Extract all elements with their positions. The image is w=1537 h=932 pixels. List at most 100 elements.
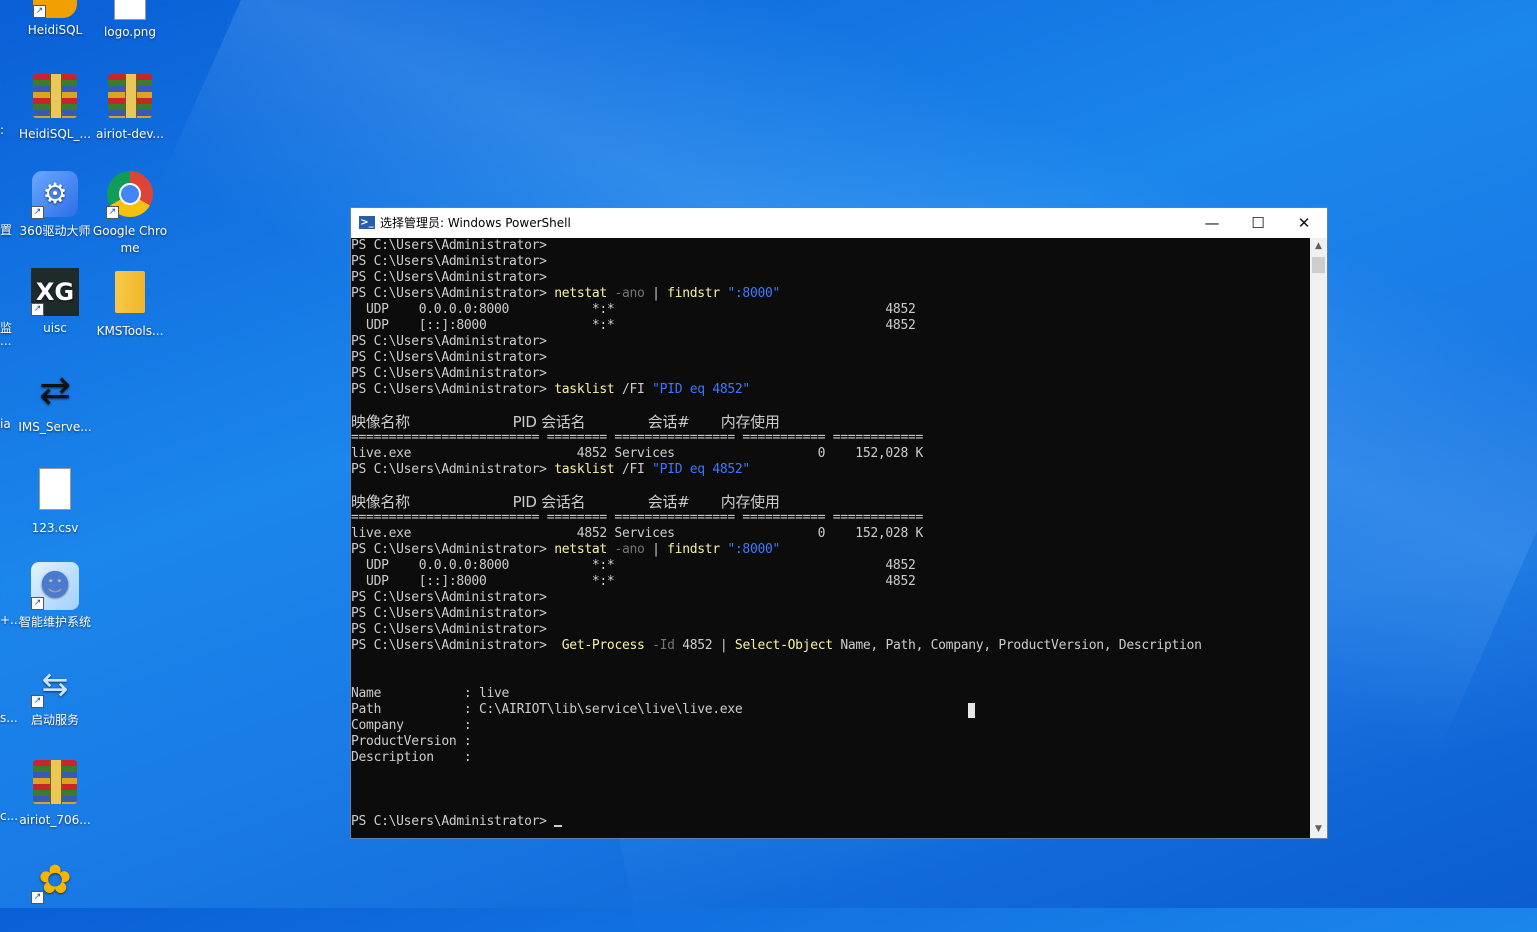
console-line: PS C:\Users\Administrator> <box>351 590 547 605</box>
shortcut-arrow-icon: ↗ <box>106 206 119 219</box>
desktop-icon-label: logo.png <box>103 25 157 39</box>
powershell-icon: >_ <box>359 216 375 229</box>
console-line: ProductVersion : <box>351 734 472 749</box>
desktop-icon-label: HeidiSQL_... <box>19 127 91 141</box>
window-titlebar[interactable]: >_ 选择管理员: Windows PowerShell — ☐ ✕ <box>351 208 1327 238</box>
console-line: ========================= ======== =====… <box>351 510 924 525</box>
console-line: UDP 0.0.0.0:8000 *:* 4852 <box>351 558 916 573</box>
console-line: PS C:\Users\Administrator> Get-Process -… <box>351 638 1202 653</box>
shortcut-arrow-icon: ↗ <box>31 695 44 708</box>
desktop-edge-label: ia <box>0 417 11 431</box>
desktop-icon-heidisql-archive[interactable]: HeidiSQL_... <box>17 72 93 143</box>
console-line: PS C:\Users\Administrator> <box>351 606 547 621</box>
desktop-icon-heidisql[interactable]: ↗ HeidiSQL <box>17 0 93 39</box>
console-line: 映像名称 PID 会话名 会话# 内存使用 <box>351 413 780 431</box>
desktop-icon-label: Google Chrome <box>92 224 168 255</box>
winrar-archive-icon <box>33 760 77 804</box>
console-line: PS C:\Users\Administrator> <box>351 270 547 285</box>
console-line: PS C:\Users\Administrator> <box>351 350 547 365</box>
console-line: live.exe 4852 Services 0 152,028 K <box>351 446 924 461</box>
desktop-icon-label: KMSTools... <box>96 324 164 338</box>
console-line: PS C:\Users\Administrator> netstat -ano … <box>351 286 781 301</box>
desktop-icon-label: airiot_706... <box>19 813 91 827</box>
desktop-icon-ims-server[interactable]: ⇄ IMS_Serve... <box>17 366 93 436</box>
scrollbar-thumb[interactable] <box>1312 257 1325 273</box>
desktop-icon-label: 123.csv <box>31 521 79 535</box>
desktop-icon-label: IMS_Serve... <box>18 420 92 434</box>
console-line: PS C:\Users\Administrator> <box>351 366 547 381</box>
shortcut-arrow-icon: ↗ <box>31 597 44 610</box>
desktop-icon-label: uisc <box>43 321 67 335</box>
close-button[interactable]: ✕ <box>1281 208 1327 238</box>
desktop-icon-360-driver[interactable]: ↗ 360驱动大师 <box>17 170 93 240</box>
window-title: 选择管理员: Windows PowerShell <box>380 216 571 230</box>
desktop-edge-label: 置 <box>0 223 13 237</box>
console-line: PS C:\Users\Administrator> <box>351 254 547 269</box>
ims-server-icon: ⇄ <box>39 368 71 412</box>
heidisql-icon: ↗ <box>33 0 77 18</box>
console-output[interactable]: PS C:\Users\Administrator> PS C:\Users\A… <box>351 238 1311 838</box>
desktop-icon-airiot-706[interactable]: airiot_706... <box>17 758 93 829</box>
desktop-icon-logo-png[interactable]: logo.png <box>92 0 168 41</box>
shortcut-arrow-icon: ↗ <box>33 5 46 18</box>
powershell-window[interactable]: >_ 选择管理员: Windows PowerShell — ☐ ✕ PS C:… <box>350 207 1328 839</box>
desktop-icon-navicat[interactable]: ✿ ↗ <box>17 856 93 908</box>
desktop-icon-maintenance-system[interactable]: ↗ 智能维护系统 <box>17 562 93 631</box>
console-input-line[interactable]: PS C:\Users\Administrator> <box>351 814 1311 830</box>
scroll-down-arrow-icon[interactable]: ▼ <box>1310 821 1327 838</box>
desktop-icon-label: 智能维护系统 <box>18 615 91 629</box>
selection-block-cursor <box>968 703 975 718</box>
scroll-up-arrow-icon[interactable]: ▲ <box>1310 238 1327 255</box>
console-line: Path : C:\AIRIOT\lib\service\live\live.e… <box>351 702 743 717</box>
console-line: PS C:\Users\Administrator> <box>351 334 547 349</box>
console-line: 映像名称 PID 会话名 会话# 内存使用 <box>351 493 780 511</box>
desktop-icon-label: airiot-dev... <box>96 127 164 141</box>
desktop-icon-label: 360驱动大师 <box>19 224 91 238</box>
desktop-edge-label: +... <box>0 613 22 627</box>
desktop-icon-google-chrome[interactable]: ↗ Google Chrome <box>92 170 168 257</box>
console-line: UDP [::]:8000 *:* 4852 <box>351 574 916 589</box>
image-file-icon <box>114 0 146 20</box>
shortcut-arrow-icon: ↗ <box>31 891 44 904</box>
desktop-edge-label: s... <box>0 711 18 725</box>
folder-icon <box>115 271 145 313</box>
desktop-icon-kmstools[interactable]: KMSTools... <box>92 268 168 340</box>
desktop-icon-start-service[interactable]: ⇆ ↗ 启动服务 <box>17 660 93 729</box>
console-line: UDP [::]:8000 *:* 4852 <box>351 318 916 333</box>
desktop-icon-label: 启动服务 <box>30 713 79 727</box>
vertical-scrollbar[interactable]: ▲ ▼ <box>1310 238 1327 838</box>
shortcut-arrow-icon: ↗ <box>31 303 44 316</box>
console-line: live.exe 4852 Services 0 152,028 K <box>351 526 924 541</box>
console-line: PS C:\Users\Administrator> <box>351 238 547 253</box>
winrar-archive-icon <box>33 74 77 118</box>
desktop-icon-airiot-dev[interactable]: airiot-dev... <box>92 72 168 143</box>
text-cursor <box>554 825 563 827</box>
desktop-icon-123-csv[interactable]: 123.csv <box>17 464 93 537</box>
desktop-edge-label: c... <box>0 809 19 823</box>
desktop-icon-label: HeidiSQL <box>27 23 83 37</box>
console-line: PS C:\Users\Administrator> tasklist /FI … <box>351 462 750 477</box>
desktop-icon-uisc[interactable]: XG ↗ uisc <box>17 268 93 337</box>
shortcut-arrow-icon: ↗ <box>31 206 44 219</box>
console-line: Description : <box>351 750 472 765</box>
console-line: PS C:\Users\Administrator> tasklist /FI … <box>351 382 750 397</box>
console-line: Name : live <box>351 686 510 701</box>
desktop-edge-label: : <box>0 123 5 137</box>
csv-file-icon <box>39 468 71 510</box>
console-line: PS C:\Users\Administrator> netstat -ano … <box>351 542 781 557</box>
console-line: UDP 0.0.0.0:8000 *:* 4852 <box>351 302 916 317</box>
console-line: Company : <box>351 718 472 733</box>
console-line: ========================= ======== =====… <box>351 430 924 445</box>
desktop-edge-label: ... <box>0 334 12 348</box>
minimize-button[interactable]: — <box>1189 208 1235 238</box>
console-line: PS C:\Users\Administrator> <box>351 622 547 637</box>
winrar-archive-icon <box>108 74 152 118</box>
maximize-button[interactable]: ☐ <box>1235 208 1281 238</box>
